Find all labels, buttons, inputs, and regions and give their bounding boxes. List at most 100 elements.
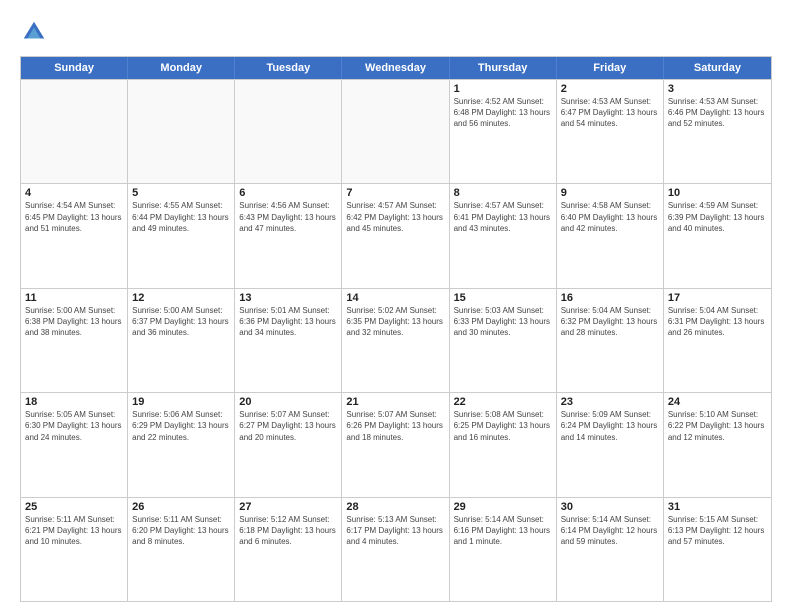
cell-date: 1 <box>454 83 552 95</box>
calendar-week: 25Sunrise: 5:11 AM Sunset: 6:21 PM Dayli… <box>21 497 771 601</box>
cell-date: 21 <box>346 396 444 408</box>
cell-info: Sunrise: 4:57 AM Sunset: 6:42 PM Dayligh… <box>346 200 444 234</box>
calendar-cell: 7Sunrise: 4:57 AM Sunset: 6:42 PM Daylig… <box>342 184 449 287</box>
calendar-cell: 5Sunrise: 4:55 AM Sunset: 6:44 PM Daylig… <box>128 184 235 287</box>
calendar-cell: 22Sunrise: 5:08 AM Sunset: 6:25 PM Dayli… <box>450 393 557 496</box>
calendar-cell: 30Sunrise: 5:14 AM Sunset: 6:14 PM Dayli… <box>557 498 664 601</box>
calendar-cell: 27Sunrise: 5:12 AM Sunset: 6:18 PM Dayli… <box>235 498 342 601</box>
calendar-cell: 23Sunrise: 5:09 AM Sunset: 6:24 PM Dayli… <box>557 393 664 496</box>
cell-date: 27 <box>239 501 337 513</box>
calendar-week: 18Sunrise: 5:05 AM Sunset: 6:30 PM Dayli… <box>21 392 771 496</box>
calendar-cell: 20Sunrise: 5:07 AM Sunset: 6:27 PM Dayli… <box>235 393 342 496</box>
calendar: SundayMondayTuesdayWednesdayThursdayFrid… <box>20 56 772 602</box>
cell-date: 2 <box>561 83 659 95</box>
cell-date: 4 <box>25 187 123 199</box>
cell-info: Sunrise: 5:02 AM Sunset: 6:35 PM Dayligh… <box>346 305 444 339</box>
cell-date: 24 <box>668 396 767 408</box>
cell-date: 5 <box>132 187 230 199</box>
calendar-cell: 29Sunrise: 5:14 AM Sunset: 6:16 PM Dayli… <box>450 498 557 601</box>
calendar-header: SundayMondayTuesdayWednesdayThursdayFrid… <box>21 57 771 79</box>
calendar-cell: 13Sunrise: 5:01 AM Sunset: 6:36 PM Dayli… <box>235 289 342 392</box>
calendar-cell: 19Sunrise: 5:06 AM Sunset: 6:29 PM Dayli… <box>128 393 235 496</box>
calendar-cell: 28Sunrise: 5:13 AM Sunset: 6:17 PM Dayli… <box>342 498 449 601</box>
cell-info: Sunrise: 5:07 AM Sunset: 6:27 PM Dayligh… <box>239 409 337 443</box>
calendar-cell: 16Sunrise: 5:04 AM Sunset: 6:32 PM Dayli… <box>557 289 664 392</box>
calendar-cell: 11Sunrise: 5:00 AM Sunset: 6:38 PM Dayli… <box>21 289 128 392</box>
calendar-cell: 6Sunrise: 4:56 AM Sunset: 6:43 PM Daylig… <box>235 184 342 287</box>
cell-info: Sunrise: 5:00 AM Sunset: 6:37 PM Dayligh… <box>132 305 230 339</box>
cell-date: 17 <box>668 292 767 304</box>
logo-icon <box>20 18 48 46</box>
calendar-day-header: Tuesday <box>235 57 342 79</box>
cell-info: Sunrise: 5:06 AM Sunset: 6:29 PM Dayligh… <box>132 409 230 443</box>
calendar-cell: 12Sunrise: 5:00 AM Sunset: 6:37 PM Dayli… <box>128 289 235 392</box>
cell-date: 8 <box>454 187 552 199</box>
calendar-week: 1Sunrise: 4:52 AM Sunset: 6:48 PM Daylig… <box>21 79 771 183</box>
calendar-day-header: Sunday <box>21 57 128 79</box>
calendar-cell <box>235 80 342 183</box>
cell-info: Sunrise: 5:01 AM Sunset: 6:36 PM Dayligh… <box>239 305 337 339</box>
cell-date: 9 <box>561 187 659 199</box>
calendar-day-header: Monday <box>128 57 235 79</box>
calendar-cell <box>128 80 235 183</box>
cell-info: Sunrise: 5:15 AM Sunset: 6:13 PM Dayligh… <box>668 514 767 548</box>
calendar-body: 1Sunrise: 4:52 AM Sunset: 6:48 PM Daylig… <box>21 79 771 601</box>
calendar-cell: 2Sunrise: 4:53 AM Sunset: 6:47 PM Daylig… <box>557 80 664 183</box>
calendar-cell: 18Sunrise: 5:05 AM Sunset: 6:30 PM Dayli… <box>21 393 128 496</box>
calendar-cell: 24Sunrise: 5:10 AM Sunset: 6:22 PM Dayli… <box>664 393 771 496</box>
cell-date: 30 <box>561 501 659 513</box>
cell-date: 22 <box>454 396 552 408</box>
header <box>20 18 772 46</box>
cell-info: Sunrise: 5:11 AM Sunset: 6:21 PM Dayligh… <box>25 514 123 548</box>
cell-date: 31 <box>668 501 767 513</box>
cell-date: 25 <box>25 501 123 513</box>
cell-info: Sunrise: 4:54 AM Sunset: 6:45 PM Dayligh… <box>25 200 123 234</box>
cell-info: Sunrise: 5:12 AM Sunset: 6:18 PM Dayligh… <box>239 514 337 548</box>
cell-date: 10 <box>668 187 767 199</box>
cell-info: Sunrise: 5:14 AM Sunset: 6:14 PM Dayligh… <box>561 514 659 548</box>
calendar-cell: 25Sunrise: 5:11 AM Sunset: 6:21 PM Dayli… <box>21 498 128 601</box>
cell-info: Sunrise: 5:11 AM Sunset: 6:20 PM Dayligh… <box>132 514 230 548</box>
calendar-cell: 1Sunrise: 4:52 AM Sunset: 6:48 PM Daylig… <box>450 80 557 183</box>
calendar-cell: 15Sunrise: 5:03 AM Sunset: 6:33 PM Dayli… <box>450 289 557 392</box>
calendar-cell: 10Sunrise: 4:59 AM Sunset: 6:39 PM Dayli… <box>664 184 771 287</box>
cell-date: 28 <box>346 501 444 513</box>
calendar-cell: 14Sunrise: 5:02 AM Sunset: 6:35 PM Dayli… <box>342 289 449 392</box>
cell-date: 7 <box>346 187 444 199</box>
cell-date: 6 <box>239 187 337 199</box>
cell-date: 13 <box>239 292 337 304</box>
cell-info: Sunrise: 5:14 AM Sunset: 6:16 PM Dayligh… <box>454 514 552 548</box>
cell-info: Sunrise: 4:59 AM Sunset: 6:39 PM Dayligh… <box>668 200 767 234</box>
cell-info: Sunrise: 4:53 AM Sunset: 6:47 PM Dayligh… <box>561 96 659 130</box>
cell-info: Sunrise: 5:04 AM Sunset: 6:31 PM Dayligh… <box>668 305 767 339</box>
cell-date: 11 <box>25 292 123 304</box>
cell-date: 19 <box>132 396 230 408</box>
cell-date: 26 <box>132 501 230 513</box>
cell-info: Sunrise: 5:08 AM Sunset: 6:25 PM Dayligh… <box>454 409 552 443</box>
calendar-day-header: Wednesday <box>342 57 449 79</box>
calendar-cell <box>21 80 128 183</box>
calendar-cell <box>342 80 449 183</box>
page: SundayMondayTuesdayWednesdayThursdayFrid… <box>0 0 792 612</box>
cell-date: 23 <box>561 396 659 408</box>
cell-info: Sunrise: 5:00 AM Sunset: 6:38 PM Dayligh… <box>25 305 123 339</box>
cell-info: Sunrise: 5:07 AM Sunset: 6:26 PM Dayligh… <box>346 409 444 443</box>
logo <box>20 18 52 46</box>
calendar-week: 4Sunrise: 4:54 AM Sunset: 6:45 PM Daylig… <box>21 183 771 287</box>
cell-info: Sunrise: 5:10 AM Sunset: 6:22 PM Dayligh… <box>668 409 767 443</box>
cell-info: Sunrise: 5:09 AM Sunset: 6:24 PM Dayligh… <box>561 409 659 443</box>
cell-date: 16 <box>561 292 659 304</box>
cell-info: Sunrise: 5:03 AM Sunset: 6:33 PM Dayligh… <box>454 305 552 339</box>
cell-date: 20 <box>239 396 337 408</box>
cell-date: 12 <box>132 292 230 304</box>
calendar-week: 11Sunrise: 5:00 AM Sunset: 6:38 PM Dayli… <box>21 288 771 392</box>
cell-info: Sunrise: 4:58 AM Sunset: 6:40 PM Dayligh… <box>561 200 659 234</box>
calendar-cell: 17Sunrise: 5:04 AM Sunset: 6:31 PM Dayli… <box>664 289 771 392</box>
calendar-cell: 9Sunrise: 4:58 AM Sunset: 6:40 PM Daylig… <box>557 184 664 287</box>
cell-info: Sunrise: 4:53 AM Sunset: 6:46 PM Dayligh… <box>668 96 767 130</box>
cell-date: 14 <box>346 292 444 304</box>
calendar-day-header: Saturday <box>664 57 771 79</box>
cell-info: Sunrise: 4:56 AM Sunset: 6:43 PM Dayligh… <box>239 200 337 234</box>
calendar-cell: 8Sunrise: 4:57 AM Sunset: 6:41 PM Daylig… <box>450 184 557 287</box>
calendar-cell: 21Sunrise: 5:07 AM Sunset: 6:26 PM Dayli… <box>342 393 449 496</box>
